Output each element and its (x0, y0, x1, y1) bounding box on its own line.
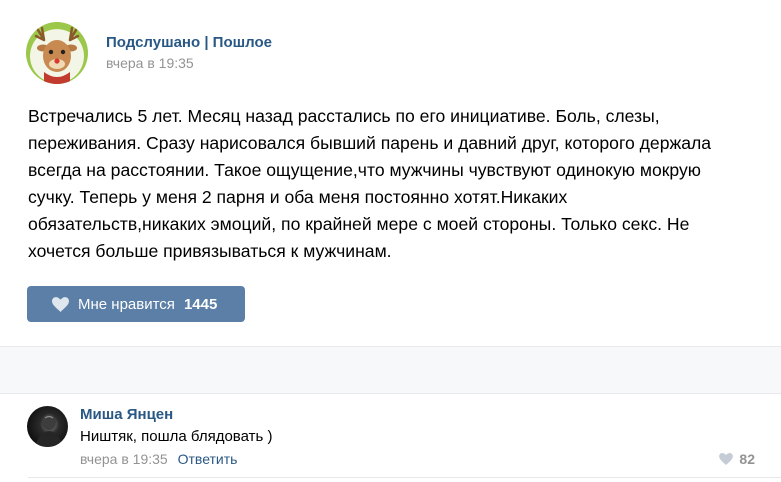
like-count: 1445 (183, 295, 218, 313)
divider (28, 477, 781, 478)
post-author-name[interactable]: Подслушано | Пошлое (106, 34, 272, 51)
post-text-line: сучку. Теперь у меня 2 парня и оба меня … (28, 187, 568, 207)
comment-like-button[interactable]: 82 (719, 451, 755, 467)
post-text-line: обязательств,никаких эмоций, по крайней … (28, 214, 690, 234)
post-text-line: всегда на расстоянии. Такое ощущение,что… (28, 160, 702, 180)
like-label: Мне нравится (78, 295, 175, 313)
comment-like-count: 82 (739, 451, 755, 467)
post-text-line: переживания. Сразу нарисовался бывший па… (28, 133, 712, 153)
post-text: Встречались 5 лет. Месяц назад рассталис… (28, 103, 748, 265)
comment-author-name[interactable]: Миша Янцен (80, 406, 173, 423)
comment-timestamp[interactable]: вчера в 19:35 (80, 451, 168, 467)
like-button[interactable]: Мне нравится 1445 (27, 286, 245, 322)
commenter-avatar[interactable] (27, 406, 68, 447)
heart-icon (719, 453, 734, 465)
heart-icon (52, 296, 69, 312)
post-text-line: Встречались 5 лет. Месяц назад рассталис… (28, 106, 660, 126)
group-avatar[interactable] (26, 22, 88, 84)
comment-text: Ништяк, пошла блядовать ) (80, 428, 273, 445)
post-text-line: хочется больше привязываться к мужчинам. (28, 241, 392, 261)
person-silhouette-icon (35, 414, 63, 447)
post-timestamp[interactable]: вчера в 19:35 (106, 55, 194, 71)
deer-avatar-icon (34, 26, 80, 84)
comments-separator (0, 347, 781, 393)
comment-meta: вчера в 19:35 Ответить (80, 451, 237, 467)
divider (0, 393, 781, 394)
reply-link[interactable]: Ответить (178, 451, 238, 467)
